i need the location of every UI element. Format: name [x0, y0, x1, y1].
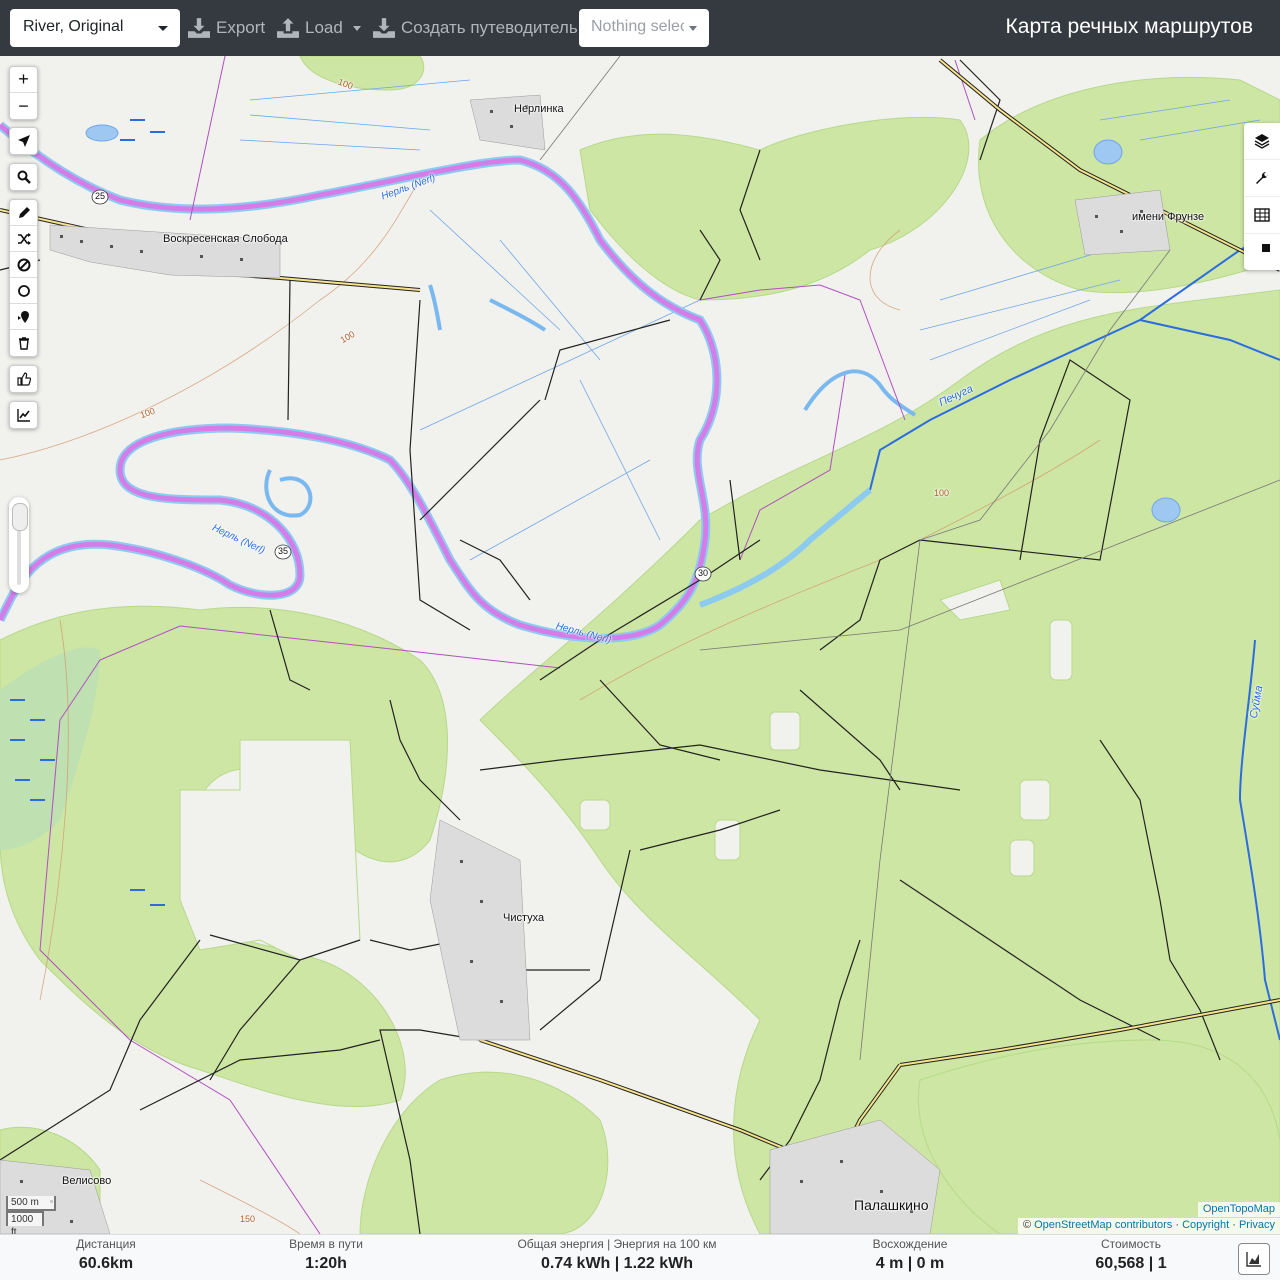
stat-cost-label: Стоимость	[1100, 1237, 1162, 1251]
elevation-profile-button[interactable]	[10, 402, 37, 428]
locate-icon	[17, 135, 30, 147]
thumbs-up-button[interactable]	[10, 366, 37, 392]
circle-tool-button[interactable]	[10, 278, 37, 304]
routing-profile-select[interactable]: River, Original	[10, 9, 180, 47]
locate-button[interactable]	[10, 128, 37, 154]
draw-toolbar	[9, 199, 38, 357]
load-label: Load	[305, 18, 343, 37]
stat-distance-unit: km	[110, 1255, 134, 1272]
search-button[interactable]	[10, 164, 37, 190]
right-control-panel	[1244, 123, 1280, 270]
poi-button[interactable]	[10, 304, 37, 330]
stat-ascent-value: 4 m | 0 m	[875, 1255, 945, 1272]
upload-icon	[277, 18, 299, 38]
top-navbar: River, Original Export Load Создать путе…	[0, 0, 1280, 56]
table-icon	[1254, 208, 1270, 222]
stat-time-value: 1:20	[305, 1255, 338, 1272]
place-label-chistukha: Чистуха	[503, 912, 545, 924]
osm-attribution-link[interactable]: OpenStreetMap contributors	[1034, 1219, 1172, 1231]
elevation-icon	[16, 409, 30, 422]
feedback-control	[9, 365, 38, 393]
thumbs-up-icon	[16, 372, 31, 386]
elevation-chart-button[interactable]	[1238, 1243, 1270, 1275]
route-selection-dropdown[interactable]: Nothing selected	[579, 9, 709, 47]
route-stats-bar: Дистанция 60.6km Время в пути 1:20h Обща…	[0, 1234, 1280, 1280]
privacy-link[interactable]: Privacy	[1239, 1219, 1275, 1231]
zoom-in-button[interactable]: +	[10, 67, 37, 93]
zoom-slider-knob[interactable]	[12, 503, 28, 531]
circle-icon	[17, 284, 30, 297]
map-canvas[interactable]: 25 35 30 100 100 100 100 150 Нерлинка Во…	[0, 56, 1280, 1234]
no-go-area-button[interactable]	[10, 252, 37, 278]
download-icon	[188, 18, 210, 38]
export-button[interactable]: Export	[188, 16, 265, 40]
tiles-attribution[interactable]: OpenTopoMap	[1197, 1202, 1280, 1217]
load-button[interactable]: Load	[277, 16, 361, 40]
place-label-nerlinka: Нерлинка	[514, 103, 564, 115]
pie-chart-icon	[1262, 244, 1270, 252]
analysis-button[interactable]	[1244, 234, 1280, 270]
stat-energy: Общая энергия | Энергия на 100 км 0.74 k…	[497, 1237, 737, 1273]
zoom-slider[interactable]	[9, 497, 29, 593]
stat-cost-value: 60,568 | 1	[1095, 1255, 1167, 1272]
data-table-button[interactable]	[1244, 197, 1280, 234]
map-attribution: © OpenStreetMap contributors · Copyright…	[1017, 1218, 1280, 1234]
layers-button[interactable]	[1244, 123, 1280, 160]
place-label-voskresenskaya-sloboda: Воскресенская Слобода	[163, 233, 288, 245]
stat-time-label: Время в пути	[289, 1237, 363, 1251]
road-ref-25: 25	[95, 191, 106, 201]
stat-time-unit: h	[337, 1255, 347, 1272]
settings-button[interactable]	[1244, 160, 1280, 197]
stat-time: Время в пути 1:20h	[276, 1237, 376, 1273]
stat-energy-value: 0.74 kWh | 1.22 kWh	[540, 1255, 694, 1272]
road-ref-35: 35	[278, 546, 289, 556]
place-label-palashkino: Палашкино	[854, 1197, 929, 1213]
draw-icon	[18, 206, 30, 218]
chevron-down-icon	[689, 26, 697, 31]
elevation-control	[9, 401, 38, 429]
layers-icon	[1254, 134, 1270, 149]
reverse-route-button[interactable]	[10, 226, 37, 252]
scale-imperial: 1000 ft	[6, 1211, 44, 1238]
draw-route-button[interactable]	[10, 200, 37, 226]
search-control	[9, 163, 38, 191]
copyright-link[interactable]: Copyright	[1182, 1219, 1229, 1231]
download-icon	[373, 18, 395, 38]
contour-label: 150	[240, 1214, 256, 1224]
poi-icon	[17, 310, 29, 323]
stat-cost: Стоимость 60,568 | 1	[1076, 1237, 1186, 1273]
stat-distance-label: Дистанция	[76, 1237, 136, 1251]
locate-control	[9, 127, 38, 155]
trash-icon	[18, 337, 29, 350]
scale-metric: 500 m	[6, 1196, 56, 1211]
stat-energy-label: Общая энергия | Энергия на 100 км	[517, 1237, 717, 1251]
area-chart-icon	[1246, 1252, 1261, 1267]
road-ref-30: 30	[698, 568, 709, 578]
export-label: Export	[216, 18, 266, 37]
chevron-down-icon	[158, 26, 168, 31]
delete-route-button[interactable]	[10, 330, 37, 356]
wrench-icon	[1256, 171, 1269, 184]
selection-placeholder: Nothing selected	[591, 18, 684, 35]
create-guide-label: Создать путеводитель	[401, 18, 578, 37]
place-label-velisovo: Велисово	[62, 1175, 112, 1187]
routing-profile-value: River, Original	[23, 18, 124, 35]
shuffle-icon	[17, 232, 31, 245]
app-title: Карта речных маршрутов	[1005, 15, 1253, 38]
zoom-out-button[interactable]: −	[10, 93, 37, 119]
zoom-control: + −	[9, 66, 38, 120]
place-label-imeni-frunze: имени Фрунзе	[1132, 211, 1205, 223]
contour-label: 100	[934, 488, 950, 498]
create-guide-button[interactable]: Создать путеводитель	[373, 16, 578, 40]
stat-ascent-label: Восхождение	[872, 1237, 948, 1251]
search-icon	[17, 170, 31, 184]
scale-bar: 500 m 1000 ft	[6, 1196, 56, 1238]
stat-distance: Дистанция 60.6km	[60, 1237, 152, 1273]
stat-distance-value: 60.6	[78, 1255, 110, 1272]
stat-ascent: Восхождение 4 m | 0 m	[855, 1237, 965, 1273]
chevron-down-icon	[352, 25, 361, 31]
no-go-icon	[17, 258, 30, 271]
